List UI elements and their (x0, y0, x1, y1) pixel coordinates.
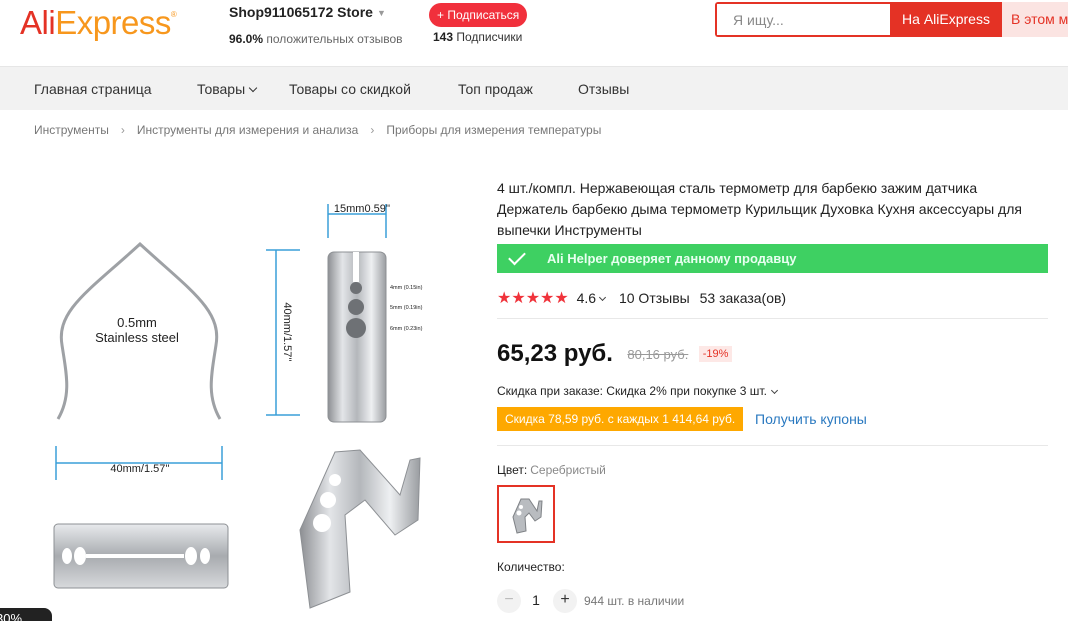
subscribers-number: 143 (433, 30, 454, 44)
helper-text: Ali Helper доверяет данному продавцу (547, 251, 797, 266)
store-feedback: 96.0% положительных отзывов (229, 32, 403, 46)
nav-sale[interactable]: Товары со скидкой (289, 81, 411, 97)
color-swatch-silver[interactable] (497, 485, 555, 543)
quantity-value[interactable]: 1 (529, 592, 543, 608)
orders-count: 53 заказа(ов) (699, 290, 787, 306)
search-aliexpress-button[interactable]: На AliExpress (890, 2, 1002, 37)
subscribers-count: 143 Подписчики (433, 30, 522, 44)
store-caret-icon[interactable]: ▼ (377, 8, 386, 18)
nav-products-label: Товары (197, 81, 246, 97)
positive-percent: 96.0% (229, 32, 264, 46)
breadcrumb-separator: › (370, 123, 375, 137)
nav-products[interactable]: Товары (197, 81, 258, 97)
rating-value[interactable]: 4.6 (577, 290, 596, 306)
product-drawing: 0.5mm Stainless steel 15mm0.59'' 40mm/1.… (53, 203, 423, 609)
aliexpress-logo[interactable]: AliExpress® (20, 4, 177, 42)
search-input[interactable] (717, 4, 890, 35)
hole-2-label: 5mm (0.19in) (390, 305, 423, 311)
hole-1-label: 4mm (0.15in) (390, 285, 423, 291)
quantity-label: Количество: (497, 560, 565, 574)
rating-stars-icon: ★★★★★ (497, 290, 569, 307)
reviews-count[interactable]: 10 Отзывы (619, 290, 690, 306)
logo-express: Express (55, 4, 171, 41)
store-name[interactable]: Shop911065172 Store (229, 4, 373, 20)
chevron-down-icon (248, 83, 258, 93)
price-row: 65,23 руб. 80,16 руб. -19% (497, 340, 733, 368)
chevron-down-icon[interactable] (599, 293, 607, 301)
nav-reviews[interactable]: Отзывы (578, 81, 629, 97)
nav-home-label: Главная страница (34, 81, 152, 97)
divider (497, 318, 1048, 319)
color-label: Цвет: Серебристый (497, 463, 606, 477)
order-discount[interactable]: Скидка при заказе: Скидка 2% при покупке… (497, 384, 778, 398)
quantity-decrease-button[interactable]: − (497, 589, 521, 613)
nav-top-sales[interactable]: Топ продаж (458, 81, 533, 97)
order-discount-text: Скидка при заказе: Скидка 2% при покупке… (497, 384, 767, 398)
color-value: Серебристый (530, 463, 606, 477)
clip-thumbnail-icon (512, 498, 543, 534)
chevron-down-icon (770, 386, 778, 395)
search-bar: На AliExpress В этом магазине (715, 2, 1068, 37)
rating-row: ★★★★★ 4.6 10 Отзывы 53 заказа(ов) (497, 288, 787, 307)
discount-corner-badge: 30% (0, 608, 52, 621)
length-label: 40mm/1.57'' (110, 463, 169, 475)
breadcrumb: Инструменты › Инструменты для измерения и … (34, 123, 601, 137)
discount-badge: -19% (698, 346, 733, 362)
header: AliExpress® Shop911065172 Store ▼ 96.0% п… (0, 0, 1068, 66)
subscribe-button[interactable]: + Подписаться (429, 3, 528, 27)
store-info: Shop911065172 Store ▼ 96.0% положительных… (229, 4, 403, 46)
ali-helper-banner[interactable]: Ali Helper доверяет данному продавцу (497, 244, 1048, 273)
nav-home[interactable]: Главная страница (34, 81, 152, 97)
subscribers-label: Подписчики (456, 30, 523, 44)
wire-material-label: Stainless steel (95, 330, 179, 345)
nav-sale-label: Товары со скидкой (289, 81, 411, 97)
positive-label: положительных отзывов (266, 32, 403, 46)
divider (497, 445, 1048, 446)
get-coupons-link[interactable]: Получить купоны (755, 411, 867, 427)
breadcrumb-separator: › (120, 123, 125, 137)
current-price: 65,23 руб. (497, 340, 613, 367)
coupon-tag: Скидка 78,59 руб. с каждых 1 414,64 руб. (497, 407, 744, 431)
checkmark-icon (508, 247, 526, 266)
breadcrumb-item[interactable]: Инструменты для измерения и анализа (137, 123, 359, 137)
nav-top-sales-label: Топ продаж (458, 81, 533, 97)
color-label-text: Цвет: (497, 463, 528, 477)
stock-count: 944 шт. в наличии (584, 594, 685, 608)
hole-3-label: 6mm (0.23in) (390, 326, 423, 332)
store-nav: Главная страница Товары Товары со скидко… (0, 66, 1068, 110)
nav-reviews-label: Отзывы (578, 81, 630, 97)
logo-ali: Ali (20, 4, 56, 41)
search-store-button[interactable]: В этом магазине (1002, 2, 1068, 37)
old-price: 80,16 руб. (627, 346, 689, 362)
breadcrumb-item[interactable]: Приборы для измерения температуры (386, 123, 601, 137)
height-label: 40mm/1.57'' (281, 302, 293, 361)
wire-thickness-label: 0.5mm (117, 315, 157, 330)
breadcrumb-item[interactable]: Инструменты (34, 123, 109, 137)
product-image[interactable]: 0.5mm Stainless steel 15mm0.59'' 40mm/1.… (0, 160, 470, 621)
width-label: 15mm0.59'' (334, 203, 390, 215)
quantity-increase-button[interactable]: + (553, 589, 577, 613)
logo-mark: ® (170, 10, 177, 19)
product-title: 4 шт./компл. Нержавеющая сталь термометр… (497, 180, 1022, 238)
